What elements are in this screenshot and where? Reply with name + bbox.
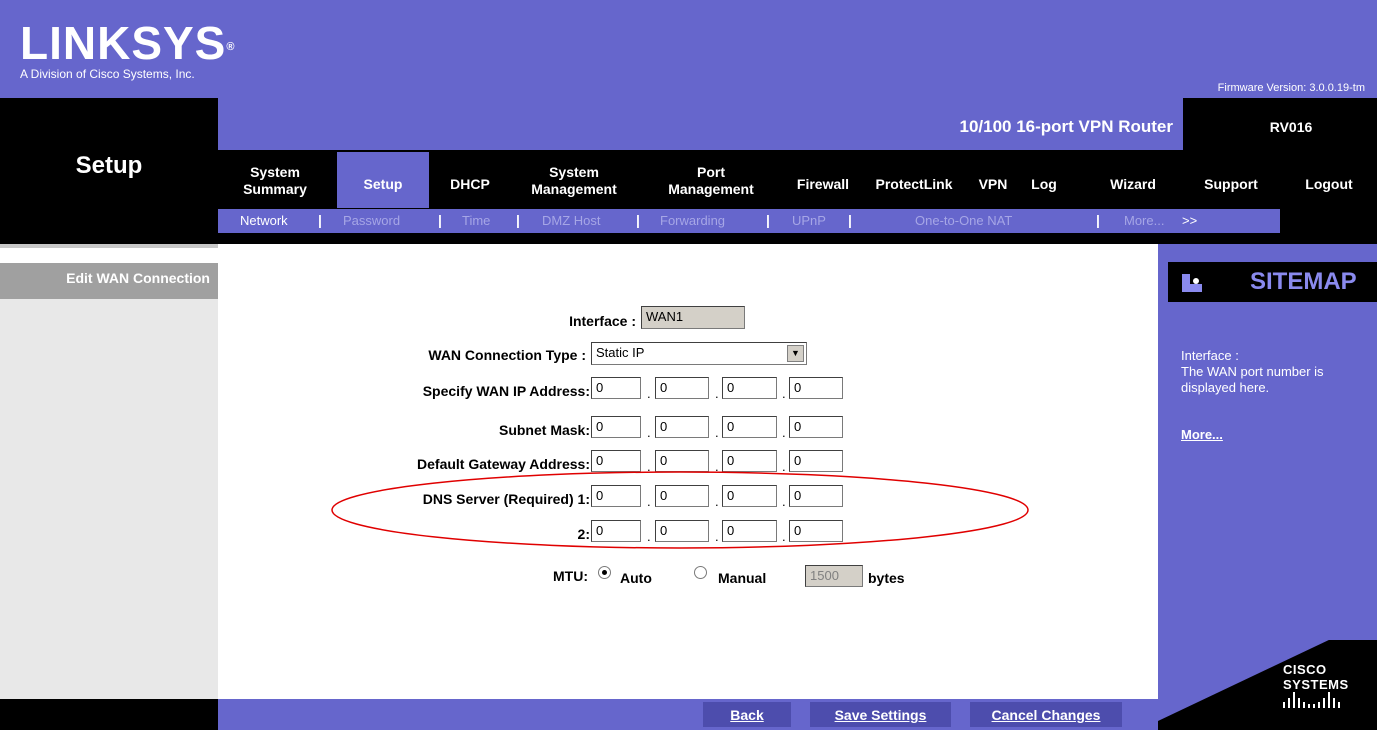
save-settings-button[interactable]: Save Settings xyxy=(810,707,951,723)
tab-label: Firewall xyxy=(796,176,850,192)
octet-separator: . xyxy=(715,425,719,440)
back-button[interactable]: Back xyxy=(703,707,791,723)
octet-separator: . xyxy=(782,425,786,440)
wan-ip-octet-2[interactable]: 0 xyxy=(655,377,709,399)
tab-vpn[interactable]: VPN xyxy=(970,176,1016,193)
subnet-mask-label: Subnet Mask: xyxy=(498,422,590,438)
tab-label: Management xyxy=(668,181,754,197)
tab-label: Setup xyxy=(363,176,403,192)
tab-label: System xyxy=(549,164,599,180)
wan-connection-type-label: WAN Connection Type : xyxy=(428,347,586,363)
subnav-forwarding[interactable]: Forwarding xyxy=(660,213,725,228)
tab-system-summary[interactable]: System Summary xyxy=(228,164,322,198)
cancel-changes-button[interactable]: Cancel Changes xyxy=(970,707,1122,723)
highlight-ellipse xyxy=(331,471,1029,549)
help-text: Interface : The WAN port number is displ… xyxy=(1181,348,1371,396)
help-description: The WAN port number is displayed here. xyxy=(1181,364,1324,395)
wan-connection-type-value: Static IP xyxy=(596,345,645,360)
help-more-link[interactable]: More... xyxy=(1181,427,1223,442)
subnav-more[interactable]: More... xyxy=(1124,213,1164,228)
subnav-separator: | xyxy=(438,212,442,228)
gateway-octet-3[interactable]: 0 xyxy=(722,450,777,472)
tab-log[interactable]: Log xyxy=(1024,176,1064,193)
firmware-version: Firmware Version: 3.0.0.19-tm xyxy=(1217,82,1365,94)
sidebar-body xyxy=(0,299,218,699)
gateway-octet-4[interactable]: 0 xyxy=(789,450,843,472)
tab-setup[interactable]: Setup xyxy=(337,176,429,193)
tab-label: ProtectLink xyxy=(875,176,953,192)
tab-dhcp[interactable]: DHCP xyxy=(440,176,500,193)
octet-separator: . xyxy=(647,425,651,440)
mtu-unit: bytes xyxy=(868,570,905,586)
subnav-separator: | xyxy=(318,212,322,228)
mtu-manual-radio[interactable] xyxy=(694,566,707,579)
sidebar-top-rule xyxy=(0,244,218,248)
tab-label: System xyxy=(250,164,300,180)
product-name: 10/100 16-port VPN Router xyxy=(959,117,1173,136)
tab-protectlink[interactable]: ProtectLink xyxy=(866,176,962,193)
subnav-upnp[interactable]: UPnP xyxy=(792,213,826,228)
subnav-one-to-one-nat[interactable]: One-to-One NAT xyxy=(915,213,1012,228)
tab-wizard[interactable]: Wizard xyxy=(1100,176,1166,193)
tab-port-management[interactable]: Port Management xyxy=(655,164,767,198)
subnav-password[interactable]: Password xyxy=(343,213,400,228)
gateway-octet-2[interactable]: 0 xyxy=(655,450,709,472)
tab-system-management[interactable]: System Management xyxy=(514,164,634,198)
tab-logout[interactable]: Logout xyxy=(1292,176,1366,193)
tab-label: Wizard xyxy=(1110,176,1156,192)
mtu-auto-radio[interactable] xyxy=(598,566,611,579)
linksys-logo: LINKSYS® xyxy=(20,17,236,69)
subnav-separator: | xyxy=(766,212,770,228)
tab-label: Logout xyxy=(1305,176,1353,192)
subnav-separator: | xyxy=(636,212,640,228)
octet-separator: . xyxy=(782,386,786,401)
octet-separator: . xyxy=(715,386,719,401)
model-name: RV016 xyxy=(1269,119,1313,135)
tab-support[interactable]: Support xyxy=(1196,176,1266,193)
tab-label: DHCP xyxy=(450,176,490,192)
wan-connection-type-select[interactable]: Static IP ▼ xyxy=(591,342,807,365)
tab-label: Support xyxy=(1204,176,1258,192)
subnav-dmz-host[interactable]: DMZ Host xyxy=(542,213,601,228)
interface-label: Interface : xyxy=(569,313,636,329)
sidebar-label: Edit WAN Connection xyxy=(66,270,210,286)
help-heading: Interface : xyxy=(1181,348,1239,363)
subnav-separator: | xyxy=(848,212,852,228)
mtu-value-field[interactable]: 1500 xyxy=(805,565,863,587)
subnet-octet-3[interactable]: 0 xyxy=(722,416,777,438)
subnav-separator: | xyxy=(1096,212,1100,228)
section-title: Setup xyxy=(75,152,143,179)
subnav-next-arrow[interactable]: >> xyxy=(1182,213,1197,228)
wan-ip-octet-4[interactable]: 0 xyxy=(789,377,843,399)
wan-ip-octet-3[interactable]: 0 xyxy=(722,377,777,399)
tab-label: Summary xyxy=(243,181,307,197)
tab-label: Log xyxy=(1031,176,1057,192)
puzzle-icon xyxy=(1182,274,1202,292)
mtu-label: MTU: xyxy=(553,568,588,584)
mtu-manual-label: Manual xyxy=(718,570,767,586)
tab-label: Port xyxy=(697,164,725,180)
sitemap-title: SITEMAP xyxy=(1250,268,1357,295)
subnav-time[interactable]: Time xyxy=(462,213,490,228)
subnet-octet-2[interactable]: 0 xyxy=(655,416,709,438)
subnav-separator: | xyxy=(516,212,520,228)
subnav-network[interactable]: Network xyxy=(240,213,288,228)
cisco-bars-icon xyxy=(1283,692,1340,708)
octet-separator: . xyxy=(647,386,651,401)
gateway-octet-1[interactable]: 0 xyxy=(591,450,641,472)
sidebar-footer xyxy=(0,699,218,730)
subnet-octet-4[interactable]: 0 xyxy=(789,416,843,438)
subnet-octet-1[interactable]: 0 xyxy=(591,416,641,438)
mtu-auto-label: Auto xyxy=(620,570,652,586)
wan-ip-octet-1[interactable]: 0 xyxy=(591,377,641,399)
logo-tagline: A Division of Cisco Systems, Inc. xyxy=(20,67,195,81)
wan-ip-label: Specify WAN IP Address: xyxy=(422,383,590,399)
tab-label: VPN xyxy=(978,176,1008,192)
chevron-down-icon[interactable]: ▼ xyxy=(787,345,804,362)
tab-firewall[interactable]: Firewall xyxy=(787,176,859,193)
tab-label: Management xyxy=(531,181,617,197)
interface-field: WAN1 xyxy=(641,306,745,329)
